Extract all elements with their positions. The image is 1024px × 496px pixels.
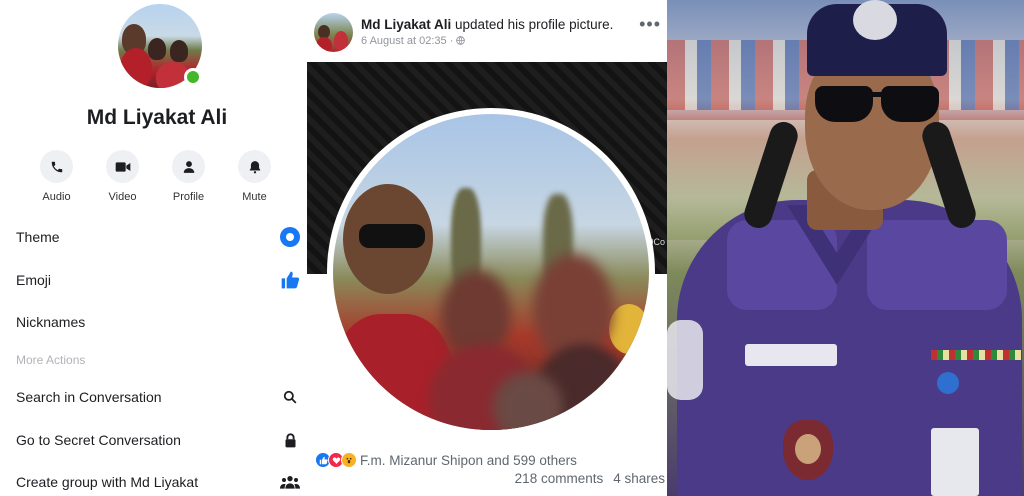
profile-name: Md Liyakat Ali: [86, 106, 228, 129]
audio-label: Audio: [42, 191, 71, 203]
emoji-label: Emoji: [16, 272, 52, 288]
mute-label: Mute: [242, 191, 267, 203]
post-options-icon[interactable]: •••: [639, 14, 661, 35]
video-call-button[interactable]: Video: [106, 150, 139, 203]
lock-icon: [278, 428, 302, 452]
secret-label: Go to Secret Conversation: [16, 432, 181, 448]
post-meta: 6 August at 02:35 ·: [361, 35, 466, 48]
reactions-text: F.m. Mizanur Shipon and 599 others: [360, 452, 577, 468]
more-actions-heading: More Actions: [16, 353, 86, 367]
phone-icon: [40, 150, 73, 183]
profile-label: Profile: [172, 191, 205, 203]
search-label: Search in Conversation: [16, 389, 162, 405]
menu-item-theme[interactable]: Theme: [16, 222, 307, 252]
post-author-avatar[interactable]: [314, 13, 353, 52]
reaction-icons: [315, 452, 357, 468]
post-title: Md Liyakat Ali updated his profile pictu…: [361, 17, 613, 32]
post-author-name[interactable]: Md Liyakat Ali: [361, 17, 451, 32]
police-officer-photo: [667, 0, 1024, 496]
globe-icon: [456, 36, 466, 48]
post-stats: 218 comments 4 shares: [515, 471, 665, 486]
wow-reaction-icon: [341, 452, 357, 468]
create-group-label: Create group with Md Liyakat: [16, 474, 199, 490]
bell-icon: [238, 150, 271, 183]
person-icon: [172, 150, 205, 183]
menu-item-nicknames[interactable]: Nicknames: [16, 307, 307, 337]
theme-icon: [278, 225, 302, 249]
conversation-info-panel: Md Liyakat Ali Audio Video Profile Mute: [0, 0, 307, 496]
meta-separator: ·: [449, 35, 454, 47]
menu-item-secret-conversation[interactable]: Go to Secret Conversation: [16, 425, 307, 455]
quick-actions: Audio Video Profile Mute: [40, 150, 271, 203]
theme-label: Theme: [16, 229, 60, 245]
post-action-text: updated his profile picture.: [451, 17, 614, 32]
video-camera-icon: [106, 150, 139, 183]
facebook-post: Md Liyakat Ali updated his profile pictu…: [307, 0, 667, 496]
shares-count[interactable]: 4 shares: [613, 471, 665, 486]
menu-item-search-in-conversation[interactable]: Search in Conversation: [16, 382, 307, 412]
mute-button[interactable]: Mute: [238, 150, 271, 203]
profile-picture[interactable]: [333, 114, 649, 430]
video-label: Video: [108, 191, 137, 203]
menu-item-create-group[interactable]: Create group with Md Liyakat: [16, 467, 307, 496]
nicknames-label: Nicknames: [16, 314, 86, 330]
search-icon: [278, 385, 302, 409]
comments-count[interactable]: 218 comments: [515, 471, 604, 486]
online-status-dot: [184, 68, 202, 86]
reactions-summary[interactable]: F.m. Mizanur Shipon and 599 others: [315, 452, 577, 468]
post-header: Md Liyakat Ali updated his profile pictu…: [307, 0, 667, 62]
thumbs-up-icon: [278, 268, 302, 292]
profile-avatar[interactable]: [118, 4, 202, 88]
menu-item-emoji[interactable]: Emoji: [16, 265, 307, 295]
post-timestamp[interactable]: 6 August at 02:35: [361, 35, 447, 47]
audio-call-button[interactable]: Audio: [40, 150, 73, 203]
group-icon: [278, 470, 302, 494]
profile-button[interactable]: Profile: [172, 150, 205, 203]
